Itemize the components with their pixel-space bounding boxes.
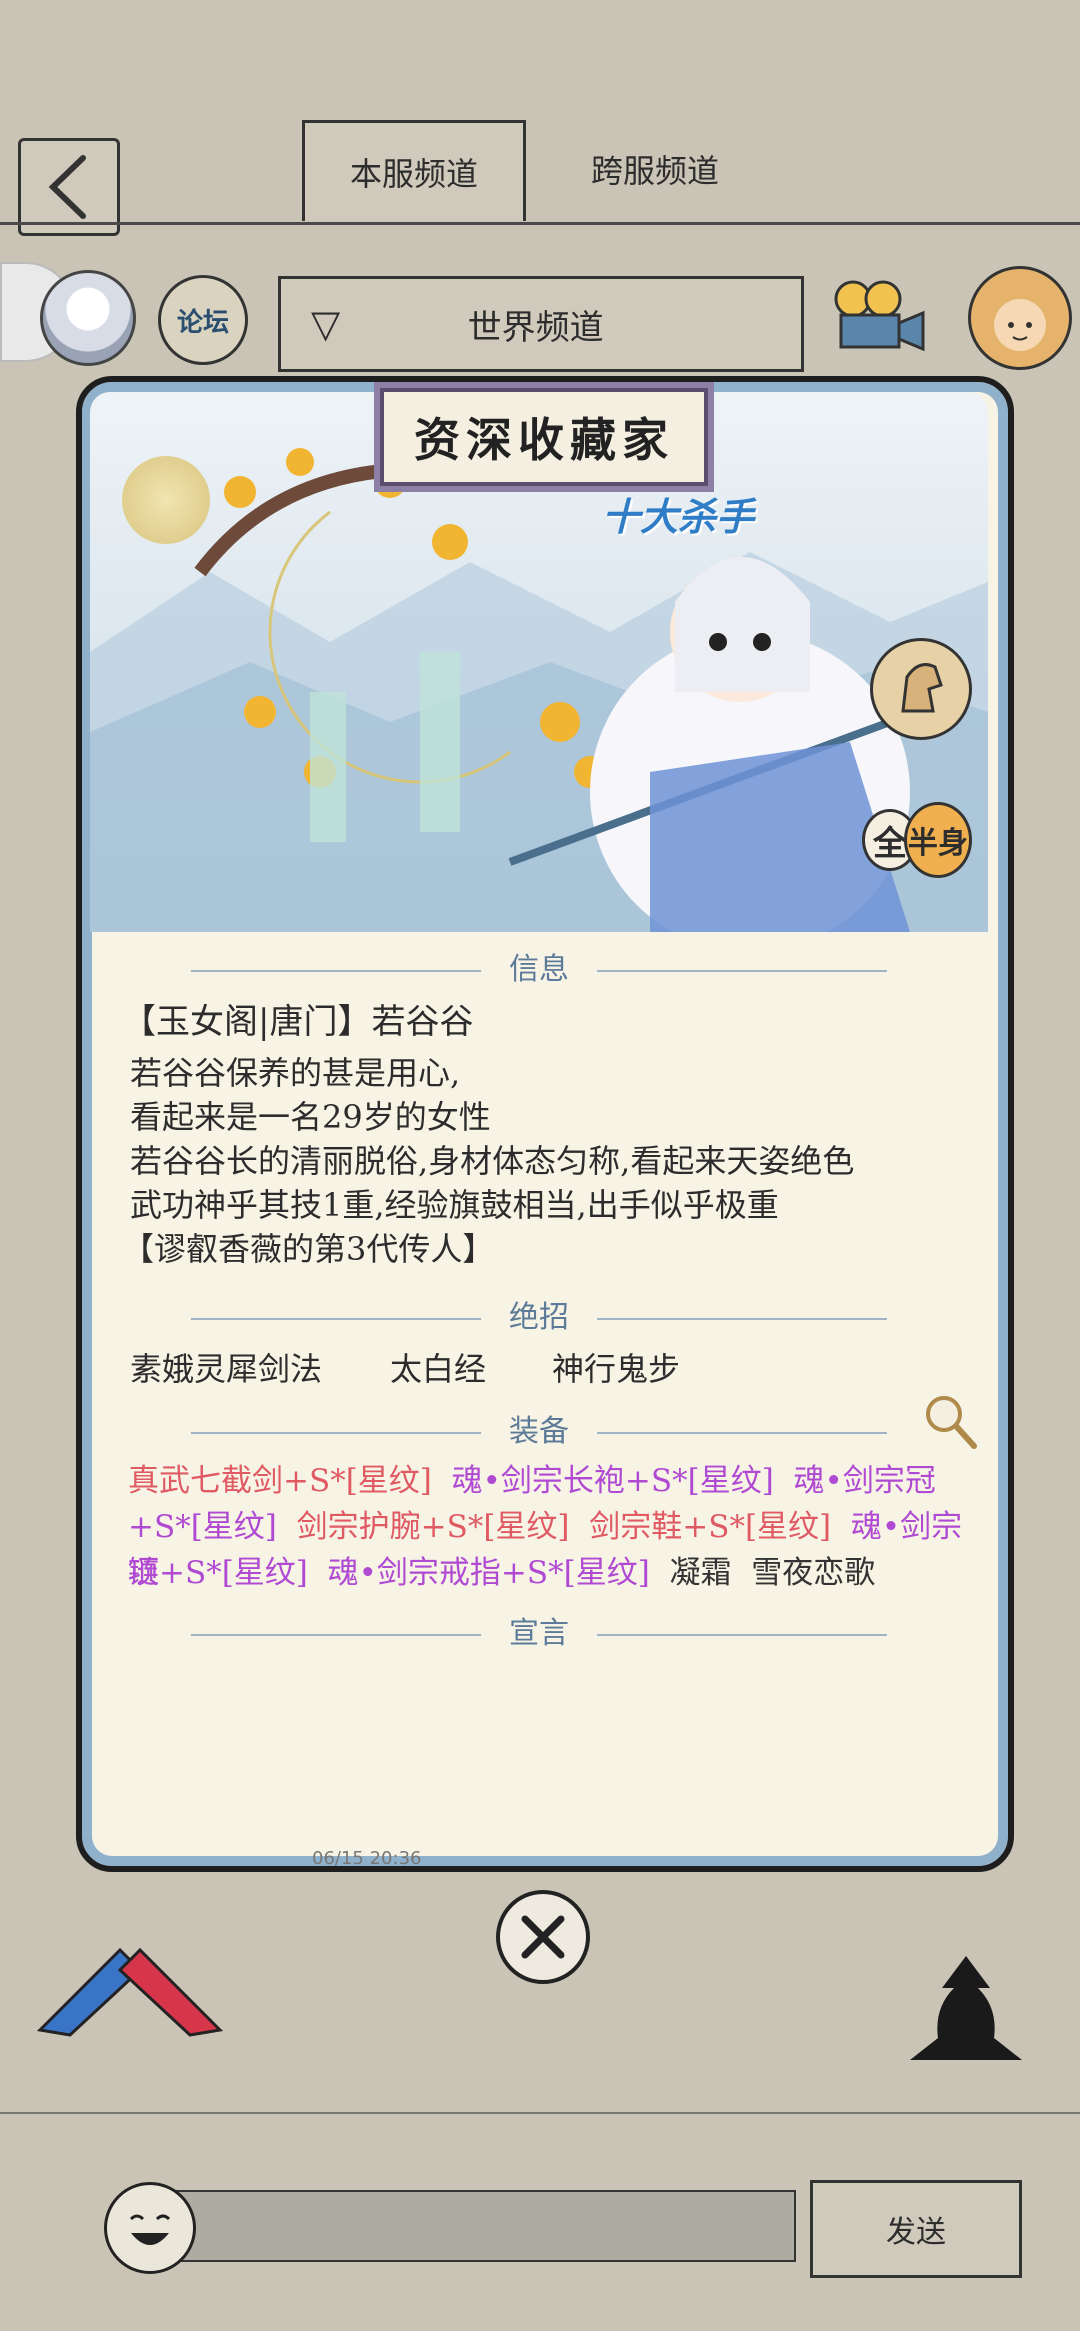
player-avatar[interactable]: [968, 266, 1072, 370]
card-title: 资深收藏家: [380, 388, 708, 486]
horse-icon: [901, 663, 943, 713]
equipment-item[interactable]: 剑宗护腕+S*[星纹]: [297, 1509, 570, 1545]
meditating-figure-icon: [910, 1956, 1022, 2060]
info-line: 【谬叡香薇的第3代传人】: [122, 1230, 495, 1268]
skill-item[interactable]: 神行鬼步: [552, 1344, 680, 1390]
section-title-info: 信息: [90, 944, 988, 988]
equipment-item[interactable]: +S*[星纹]: [128, 1509, 277, 1545]
skill-item[interactable]: 素娥灵犀剑法: [130, 1344, 322, 1390]
info-line: 看起来是一名29岁的女性: [130, 1098, 491, 1136]
equipment-item[interactable]: 魂•剑宗冠: [794, 1463, 936, 1499]
equipment-item[interactable]: 剑宗鞋+S*[星纹]: [589, 1509, 831, 1545]
info-line: 若谷谷长的清丽脱俗,身材体态匀称,看起来天姿绝色: [130, 1142, 855, 1180]
chevron-left-icon: [48, 155, 86, 219]
girl-face-icon: [994, 299, 1046, 351]
message-timestamp: 06/15 20:36: [312, 1848, 422, 1869]
crossed-swords-icon: [36, 1947, 224, 2037]
video-camera-icon: [834, 280, 925, 352]
close-button[interactable]: [496, 1890, 590, 1984]
equipment-item[interactable]: 链+S*[星纹]: [128, 1555, 308, 1591]
tab-cross-server[interactable]: 跨服频道: [560, 120, 750, 218]
skill-item[interactable]: 太白经: [390, 1344, 486, 1390]
character-avatar[interactable]: [40, 270, 136, 366]
info-line: 若谷谷保养的甚是用心,: [130, 1054, 461, 1092]
equipment-item[interactable]: 凝霜: [670, 1555, 732, 1591]
half-body-label-half: 半身: [903, 802, 972, 878]
versus-logo[interactable]: [30, 1940, 230, 2040]
channel-select[interactable]: ▽ 世界频道: [278, 276, 804, 372]
mount-button[interactable]: [870, 638, 972, 740]
close-icon: [521, 1915, 565, 1959]
equipment-line: 链+S*[星纹] 魂•剑宗戒指+S*[星纹] 凝霜 雪夜恋歌: [128, 1550, 988, 1596]
send-button[interactable]: 发送: [810, 2180, 1022, 2278]
info-line: 武功神乎其技1重,经验旗鼓相当,出手似乎极重: [130, 1186, 779, 1224]
emoji-button[interactable]: [104, 2182, 196, 2274]
forum-button[interactable]: 论坛: [158, 275, 248, 365]
section-title-skills: 绝招: [90, 1292, 988, 1336]
equipment-item[interactable]: 真武七截剑+S*[星纹]: [128, 1463, 432, 1499]
channel-select-label: 世界频道: [467, 307, 604, 348]
triangle-down-icon: ▽: [311, 302, 341, 346]
chat-divider: [0, 2112, 1080, 2114]
equipment-item[interactable]: 魂•剑宗长袍+S*[星纹]: [452, 1463, 774, 1499]
chat-input[interactable]: [176, 2190, 796, 2262]
half-body-toggle[interactable]: 全 半身: [862, 790, 972, 890]
section-title-declaration: 宣言: [90, 1608, 988, 1652]
laughing-face-icon: [129, 2214, 171, 2245]
info-name-line: 【玉女阁|唐门】若谷谷: [122, 1002, 474, 1042]
section-title-equipment: 装备: [90, 1406, 988, 1450]
tab-bar-divider: [0, 222, 1080, 225]
equipment-item[interactable]: 雪夜恋歌: [751, 1555, 875, 1591]
video-camera-button[interactable]: [826, 272, 936, 362]
tab-local-server[interactable]: 本服频道: [302, 120, 526, 221]
search-icon[interactable]: [922, 1392, 978, 1452]
equipment-line: 真武七截剑+S*[星纹] 魂•剑宗长袍+S*[星纹] 魂•剑宗冠: [128, 1458, 988, 1504]
title-tag: 十大杀手: [602, 494, 755, 539]
master-silhouette[interactable]: [904, 1948, 1028, 2078]
equipment-item[interactable]: 魂•剑宗戒指+S*[星纹]: [328, 1555, 650, 1591]
title-badge: [122, 456, 210, 544]
